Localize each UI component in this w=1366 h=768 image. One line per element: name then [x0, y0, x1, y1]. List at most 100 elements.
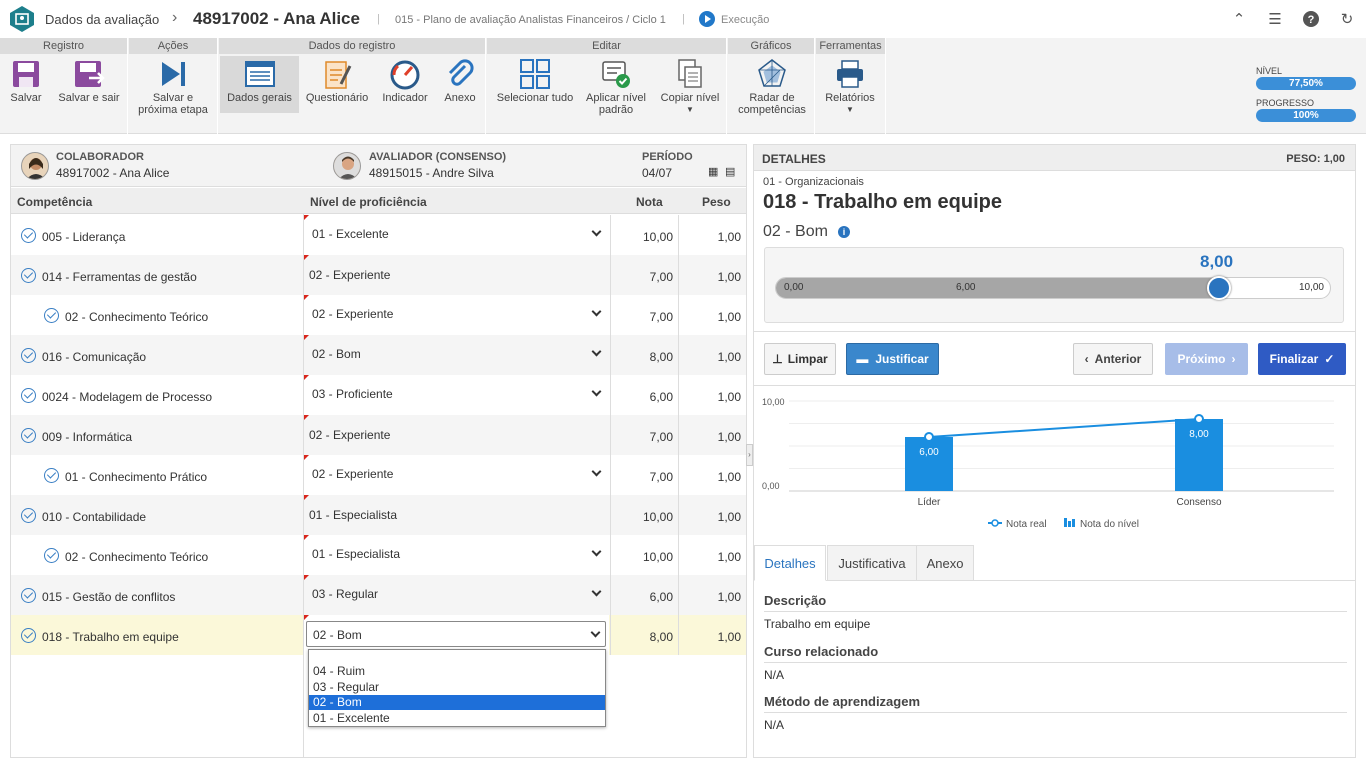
dropdown-option[interactable]: 04 - Ruim — [309, 664, 605, 679]
copy-level-button[interactable]: Copiar nível ▼ — [655, 56, 725, 116]
competency-panel: COLABORADOR 48917002 - Ana Alice AVALIAD… — [10, 144, 747, 758]
peso-value: 1,00 — [678, 295, 746, 335]
help-icon[interactable]: ? — [1302, 10, 1320, 28]
form-icon — [244, 61, 275, 87]
level-value: 02 - Bom — [313, 628, 362, 642]
comment-icon: ▬ — [856, 352, 869, 366]
nota-value: 8,00 — [610, 335, 678, 375]
panel-collapse-handle[interactable]: › — [746, 444, 753, 466]
paperclip-icon — [448, 59, 474, 86]
nota-value: 10,00 — [610, 495, 678, 535]
apply-default-level-button[interactable]: Aplicar nível padrão — [583, 56, 649, 116]
select-all-label: Selecionar tudo — [496, 92, 574, 104]
save-button[interactable]: Salvar — [4, 56, 48, 104]
details-panel: DETALHES PESO: 1,00 01 - Organizacionais… — [753, 144, 1356, 758]
table-row[interactable]: 016 - Comunicação 02 - Bom 8,00 1,00 — [11, 335, 746, 375]
evaluator-label: AVALIADOR (CONSENSO) — [369, 151, 507, 163]
gauge-icon — [390, 60, 420, 90]
table-row[interactable]: 009 - Informática 02 - Experiente 7,00 1… — [11, 415, 746, 455]
flag-icon — [304, 295, 309, 300]
y-tick-label: 10,00 — [762, 397, 785, 407]
column-competencia[interactable]: Competência — [17, 195, 92, 209]
chevron-down-icon — [591, 226, 602, 237]
collaborator-name: 48917002 - Ana Alice — [56, 166, 170, 180]
tab-anexo[interactable]: Anexo — [916, 545, 974, 581]
table-row[interactable]: 014 - Ferramentas de gestão 02 - Experie… — [11, 255, 746, 295]
list-icon[interactable]: ☰ — [1266, 10, 1284, 28]
flag-icon — [304, 535, 309, 540]
general-data-label: Dados gerais — [227, 92, 292, 104]
chart-point — [924, 432, 934, 442]
apply-level-label: Aplicar nível — [586, 92, 646, 104]
table-row[interactable]: 02 - Conhecimento Teórico 01 - Especiali… — [11, 535, 746, 575]
nota-value: 10,00 — [610, 535, 678, 575]
competency-name: 018 - Trabalho em equipe — [42, 630, 179, 644]
info-icon[interactable]: i — [838, 226, 850, 238]
column-nota[interactable]: Nota — [636, 195, 663, 209]
nota-value: 6,00 — [610, 375, 678, 415]
column-nivel[interactable]: Nível de proficiência — [310, 195, 427, 209]
level-select[interactable]: 01 - Especialista — [306, 541, 606, 567]
comment-icon[interactable]: ▤ — [725, 165, 735, 178]
level-select-open[interactable]: 02 - Bom — [306, 621, 606, 647]
level-select[interactable]: 01 - Excelente — [306, 221, 606, 247]
legend-bar-marker — [1064, 518, 1067, 527]
dropdown-option-selected[interactable]: 02 - Bom — [309, 695, 605, 710]
tab-detalhes[interactable]: Detalhes — [754, 545, 826, 581]
slider-max: 10,00 — [1298, 282, 1324, 293]
level-select[interactable]: 02 - Experiente — [306, 461, 606, 487]
column-peso[interactable]: Peso — [702, 195, 731, 209]
level-select[interactable]: 03 - Regular — [306, 581, 606, 607]
clear-label: Limpar — [787, 352, 828, 366]
check-circle-icon — [21, 628, 36, 643]
level-select[interactable]: 03 - Proficiente — [306, 381, 606, 407]
slider-track[interactable]: 0,00 6,00 10,00 — [775, 276, 1331, 300]
slider-min: 0,00 — [784, 282, 804, 293]
clear-button[interactable]: ⊥ Limpar — [764, 343, 836, 375]
next-button[interactable]: Próximo › — [1165, 343, 1248, 375]
peso-value: 1,00 — [678, 215, 746, 255]
check-circle-icon — [21, 348, 36, 363]
data-label: 8,00 — [1189, 429, 1209, 440]
save-exit-label: Salvar e sair — [58, 92, 120, 104]
table-row[interactable]: 015 - Gestão de conflitos 03 - Regular 6… — [11, 575, 746, 615]
questionnaire-button[interactable]: Questionário — [302, 56, 372, 104]
table-row[interactable]: 01 - Conhecimento Prático 02 - Experient… — [11, 455, 746, 495]
competency-name: 009 - Informática — [42, 430, 133, 444]
level-value: 02 - Bom — [312, 347, 361, 361]
progress-bar: 100% — [1256, 109, 1356, 122]
competency-name: 01 - Conhecimento Prático — [65, 470, 208, 484]
dropdown-option[interactable]: 03 - Regular — [309, 680, 605, 695]
save-next-step-button[interactable]: Salvar e próxima etapa — [133, 56, 213, 116]
save-exit-button[interactable]: Salvar e sair — [54, 56, 124, 104]
breadcrumb-section[interactable]: Dados da avaliação — [45, 12, 159, 27]
table-row[interactable]: 02 - Conhecimento Teórico 02 - Experient… — [11, 295, 746, 335]
select-all-button[interactable]: Selecionar tudo — [492, 56, 578, 104]
finish-button[interactable]: Finalizar ✓ — [1258, 343, 1346, 375]
dropdown-option[interactable]: 01 - Excelente — [309, 711, 605, 726]
check-circle-icon — [21, 588, 36, 603]
table-row[interactable]: 005 - Liderança 01 - Excelente 10,00 1,0… — [11, 215, 746, 255]
peso-value: 1,00 — [678, 495, 746, 535]
calendar-icon[interactable]: ▦ — [708, 165, 718, 178]
next-label: Próximo — [1177, 352, 1226, 366]
level-select[interactable]: 02 - Bom — [306, 341, 606, 367]
previous-button[interactable]: ‹ Anterior — [1073, 343, 1153, 375]
refresh-icon[interactable]: ↻ — [1338, 10, 1356, 28]
table-row[interactable]: 010 - Contabilidade 01 - Especialista 10… — [11, 495, 746, 535]
collapse-up-icon[interactable]: ⌃ — [1230, 10, 1248, 28]
flag-icon — [304, 375, 309, 380]
slider-handle[interactable] — [1207, 276, 1231, 300]
reports-button[interactable]: Relatórios ▼ — [818, 56, 882, 116]
table-row[interactable]: 0024 - Modelagem de Processo 03 - Profic… — [11, 375, 746, 415]
justify-button[interactable]: ▬ Justificar — [846, 343, 939, 375]
radar-button[interactable]: Radar de competências — [732, 56, 812, 116]
general-data-button[interactable]: Dados gerais — [220, 56, 299, 113]
tab-justificativa[interactable]: Justificativa — [827, 545, 917, 581]
indicator-button[interactable]: Indicador — [377, 56, 433, 104]
peso-value: 1,00 — [678, 335, 746, 375]
level-select[interactable]: 02 - Experiente — [306, 301, 606, 327]
attachment-button[interactable]: Anexo — [438, 56, 482, 104]
printer-icon — [837, 60, 863, 88]
separator: | — [377, 13, 380, 25]
